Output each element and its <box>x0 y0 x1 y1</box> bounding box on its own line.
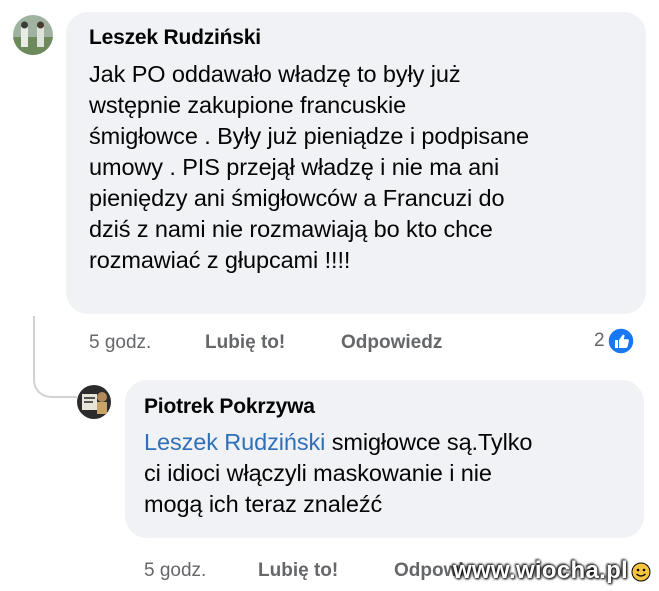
like-button[interactable]: Lubię to! <box>205 332 285 354</box>
avatar-leszek[interactable] <box>13 15 53 55</box>
comment-line: pieniędzy ani śmigłowców a Francuzi do <box>89 185 505 211</box>
reply-thread-connector <box>33 316 77 398</box>
reply-line-text: smigłowce są.Tylko <box>325 429 533 455</box>
reply-author-1[interactable]: Piotrek Pokrzywa <box>144 395 315 419</box>
like-button[interactable]: Lubię to! <box>258 560 338 582</box>
comment-line: Jak PO oddawało władzę to były już <box>89 61 461 87</box>
comment-line: śmigłowce . Były już pieniądze i podpisa… <box>89 123 529 149</box>
avatar-piotrek[interactable] <box>77 385 111 419</box>
comment-line: umowy . PIS przejął władzę i nie ma ani <box>89 154 500 180</box>
comment-author-1[interactable]: Leszek Rudziński <box>89 26 261 50</box>
profile-photo-icon <box>77 385 111 419</box>
reply-button[interactable]: Odpowiedz <box>341 332 442 354</box>
smiley-icon <box>631 562 651 582</box>
reaction-count: 2 <box>594 330 605 351</box>
reaction-summary-1[interactable]: 2 <box>594 327 635 355</box>
comment-timestamp[interactable]: 5 godz. <box>89 332 151 354</box>
reply-timestamp[interactable]: 5 godz. <box>144 560 206 582</box>
watermark-text: www.wiocha.pl <box>452 557 628 584</box>
watermark: www.wiocha.pl <box>453 557 651 585</box>
comment-actions-1: 5 godz. Lubię to! Odpowiedz <box>89 332 489 356</box>
comment-line: rozmawiać z głupcami !!!! <box>89 247 351 273</box>
mention-link[interactable]: Leszek Rudziński <box>144 429 325 455</box>
reply-line: ci idioci włączyli maskowanie i nie <box>144 460 492 486</box>
reply-line: mogą ich teraz znaleźć <box>144 491 383 517</box>
comment-line: dziś z nami nie rozmawiają bo kto chce <box>89 216 493 242</box>
profile-photo-icon <box>13 15 53 55</box>
like-icon <box>606 327 635 355</box>
reply-text-1: Leszek Rudziński smigłowce są.Tylko ci i… <box>144 427 532 520</box>
comment-text-1: Jak PO oddawało władzę to były już wstęp… <box>89 59 529 276</box>
reply-line: Leszek Rudziński smigłowce są.Tylko <box>144 427 532 458</box>
comment-line: wstępnie zakupione francuskie <box>89 92 407 118</box>
reply-actions-1: 5 godz. Lubię to! Odpowi <box>144 560 504 584</box>
